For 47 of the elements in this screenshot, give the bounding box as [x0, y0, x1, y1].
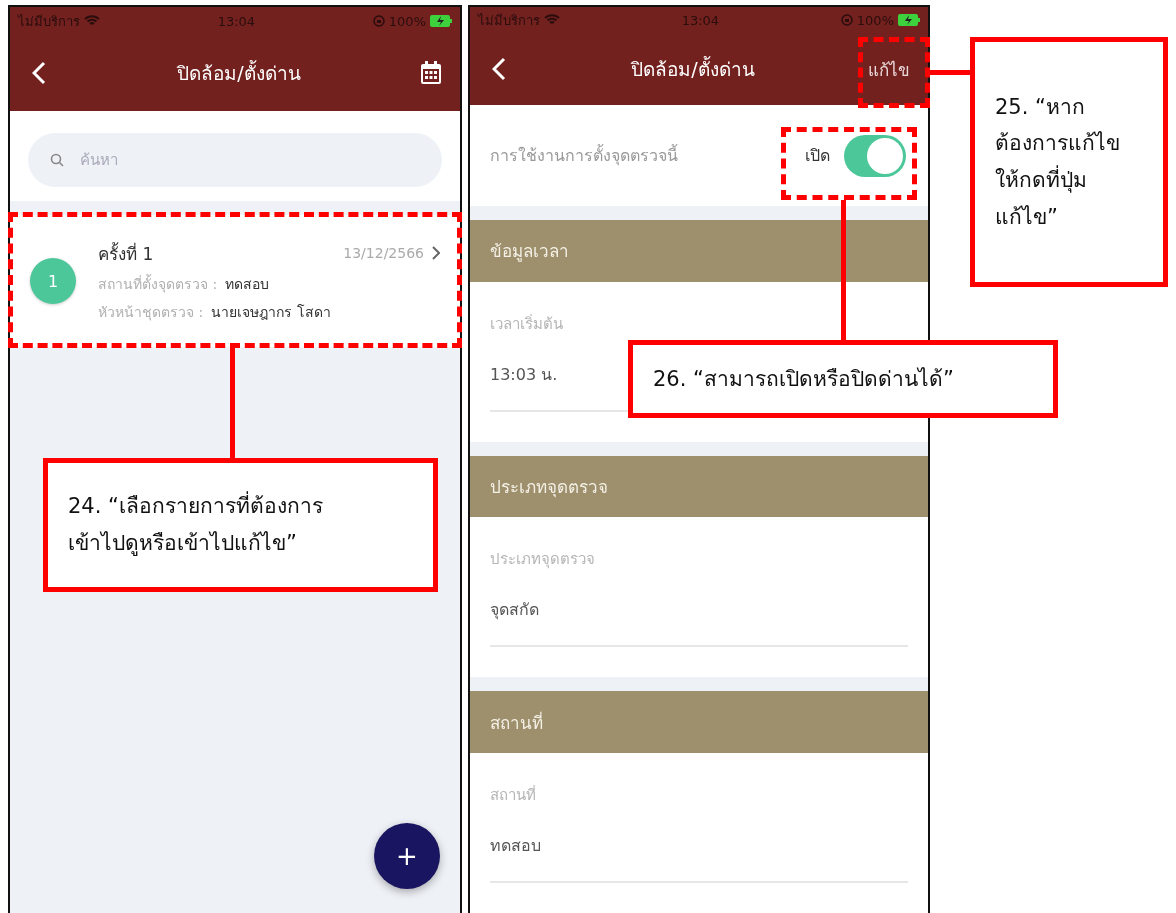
- section-title: ข้อมูลเวลา: [490, 240, 569, 264]
- field-label: ประเภทจุดตรวจ: [490, 549, 596, 571]
- wifi-icon: [84, 15, 100, 27]
- field-label: เวลาเริ่มต้น: [490, 313, 564, 335]
- callout-text: 26. “สามารถเปิดหรือปิดด่านได้”: [653, 365, 954, 393]
- field-label: สถานที่ตั้งจุดตรวจ :: [98, 273, 218, 295]
- toggle-state-text: เปิด: [805, 145, 830, 168]
- clock-text: 13:04: [217, 13, 256, 29]
- screen-title: ปิดล้อม/ตั้งด่าน: [177, 59, 301, 86]
- field-label: สถานที่: [490, 784, 537, 806]
- field-value: ทดสอบ: [225, 274, 270, 294]
- calendar-icon[interactable]: [420, 61, 442, 85]
- callout-text: 24. “เลือกรายการที่ต้องการ เข้าไปดูหรือเข้าไปแก้ไข”: [68, 488, 323, 562]
- add-button[interactable]: +: [374, 823, 440, 889]
- back-icon: [492, 57, 506, 82]
- rotation-lock-icon: [840, 14, 853, 27]
- battery-text: 100%: [856, 12, 894, 28]
- search-input[interactable]: ค้นหา: [78, 150, 420, 170]
- edit-button[interactable]: แก้ไข: [868, 55, 910, 83]
- rotation-lock-icon: [372, 15, 385, 27]
- field-value: ทดสอบ: [490, 835, 541, 857]
- field-value: จุดสกัด: [490, 599, 539, 622]
- number-badge: 1: [30, 258, 76, 304]
- search-icon: [50, 153, 64, 167]
- section-title: ประเภทจุดตรวจ: [490, 476, 608, 500]
- clock-text: 13:04: [681, 12, 720, 28]
- item-title: ครั้งที่ 1: [98, 241, 154, 266]
- battery-text: 100%: [388, 13, 426, 29]
- field-value: 13:03 น.: [490, 363, 558, 386]
- item-date: 13/12/2566: [343, 245, 424, 261]
- carrier-text: ไม่มีบริการ: [18, 12, 80, 31]
- callout-text: 25. “หาก ต้องการแก้ไข ให้กดที่ปุ่ม แก้ไข”: [995, 93, 1120, 231]
- carrier-text: ไม่มีบริการ: [478, 11, 540, 30]
- battery-icon: [430, 15, 452, 27]
- chevron-right-icon: [432, 246, 440, 260]
- field-label: หัวหน้าชุดตรวจ :: [98, 302, 204, 323]
- toggle-switch[interactable]: [844, 134, 906, 177]
- back-icon: [32, 61, 46, 85]
- highlight-frame: [858, 37, 930, 108]
- search-bar[interactable]: ค้นหา: [28, 133, 442, 187]
- battery-icon: [898, 14, 920, 27]
- screen-title: ปิดล้อม/ตั้งด่าน: [631, 55, 755, 83]
- field-value: นายเจษฎากร โสดา: [211, 302, 331, 322]
- section-title: สถานที่: [490, 710, 543, 735]
- wifi-icon: [544, 14, 560, 27]
- list-item-card[interactable]: 1 ครั้งที่ 1 13/12/2566 สถานที่ตั้งจุดตรวจ : ทดสอบ หัวหน้าชุดตรวจ : นายเจษฎากร โสดา: [10, 215, 460, 347]
- toggle-label: การใช้งานการตั้งจุดตรวจนี้: [490, 143, 678, 168]
